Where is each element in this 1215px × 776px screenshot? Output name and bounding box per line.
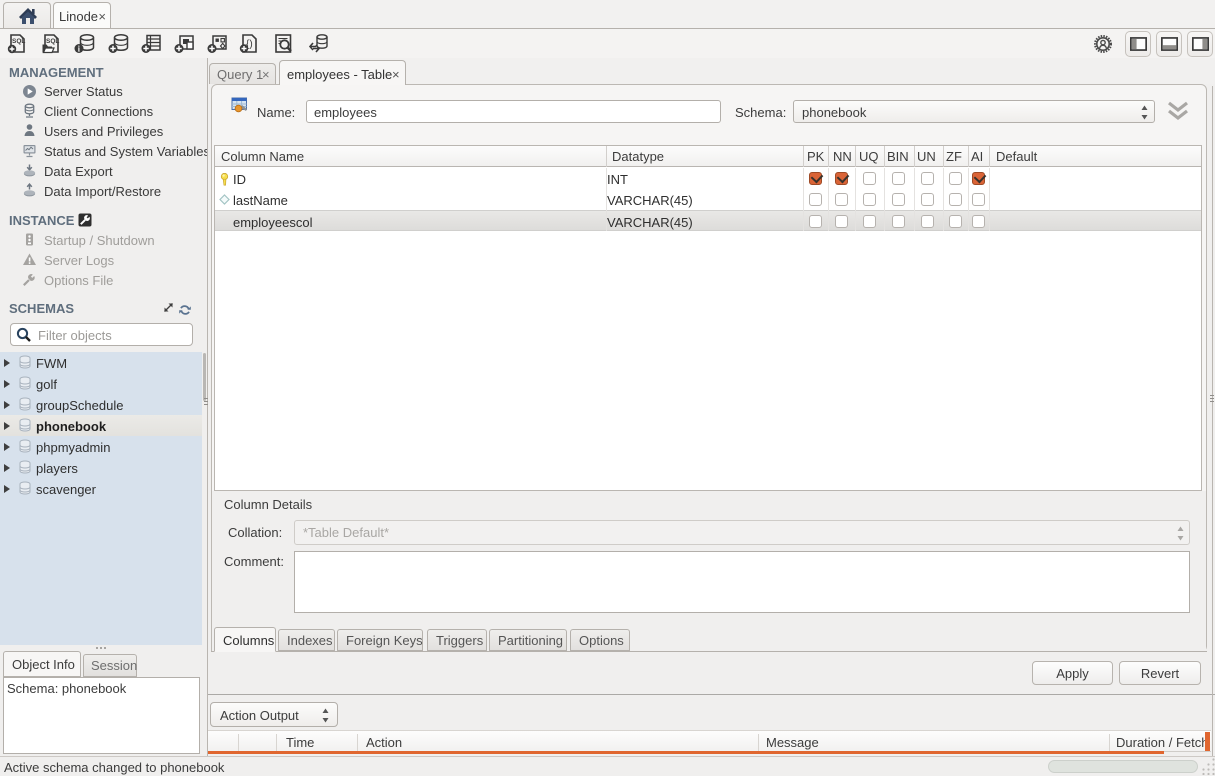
- svg-text:SQL: SQL: [12, 38, 25, 45]
- svg-text:SQL: SQL: [46, 38, 59, 45]
